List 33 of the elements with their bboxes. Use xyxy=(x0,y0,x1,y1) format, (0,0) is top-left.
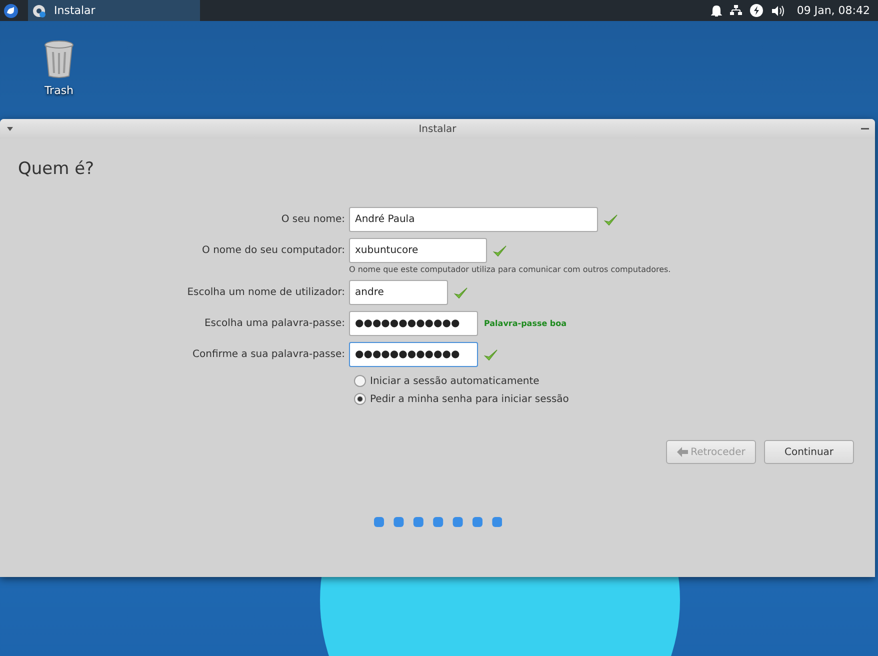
text-field[interactable]: ●●●●●●●●●●●● xyxy=(349,342,478,367)
field-label: O seu nome: xyxy=(280,214,345,225)
installer-icon xyxy=(32,4,46,18)
trash-icon[interactable] xyxy=(44,40,74,78)
menu-icon[interactable] xyxy=(4,4,18,18)
field-hint: O nome que este computador utiliza para comunicar com outros computadores. xyxy=(349,265,672,274)
power-icon[interactable] xyxy=(750,4,763,17)
text-field[interactable]: xubuntucore xyxy=(349,238,487,263)
field-label: Escolha uma palavra-passe: xyxy=(203,318,345,329)
text-field[interactable]: andre xyxy=(349,280,448,305)
window-menu-icon[interactable] xyxy=(6,126,14,132)
arrow-left-icon xyxy=(676,447,688,457)
radio-option[interactable]: Pedir a minha senha para iniciar sessão xyxy=(354,393,875,405)
page-heading: Quem é? xyxy=(18,159,96,179)
continue-button[interactable]: Continuar xyxy=(764,440,854,464)
window-title: Instalar xyxy=(418,124,458,134)
text-field[interactable]: ●●●●●●●●●●●● xyxy=(349,311,478,336)
radio-icon[interactable] xyxy=(354,393,366,405)
taskbar-button[interactable]: Instalar xyxy=(28,0,200,21)
bell-icon[interactable] xyxy=(710,4,722,16)
task-title: Instalar xyxy=(54,4,96,17)
text-field[interactable]: André Paula xyxy=(349,207,598,232)
desktop-icon-label[interactable]: Trash xyxy=(44,84,74,97)
network-icon[interactable] xyxy=(730,5,742,16)
minimize-icon[interactable] xyxy=(861,126,869,132)
radio-option[interactable]: Iniciar a sessão automaticamente xyxy=(354,375,875,387)
clock[interactable]: 09 Jan, 08:42 xyxy=(796,4,870,17)
password-strength: Palavra-passe boa xyxy=(484,319,567,328)
field-label: Confirme a sua palavra-passe: xyxy=(192,349,345,360)
volume-icon[interactable] xyxy=(770,4,785,16)
field-label: Escolha um nome de utilizador: xyxy=(186,287,345,298)
radio-icon[interactable] xyxy=(354,375,366,387)
field-label: O nome do seu computador: xyxy=(201,245,345,256)
